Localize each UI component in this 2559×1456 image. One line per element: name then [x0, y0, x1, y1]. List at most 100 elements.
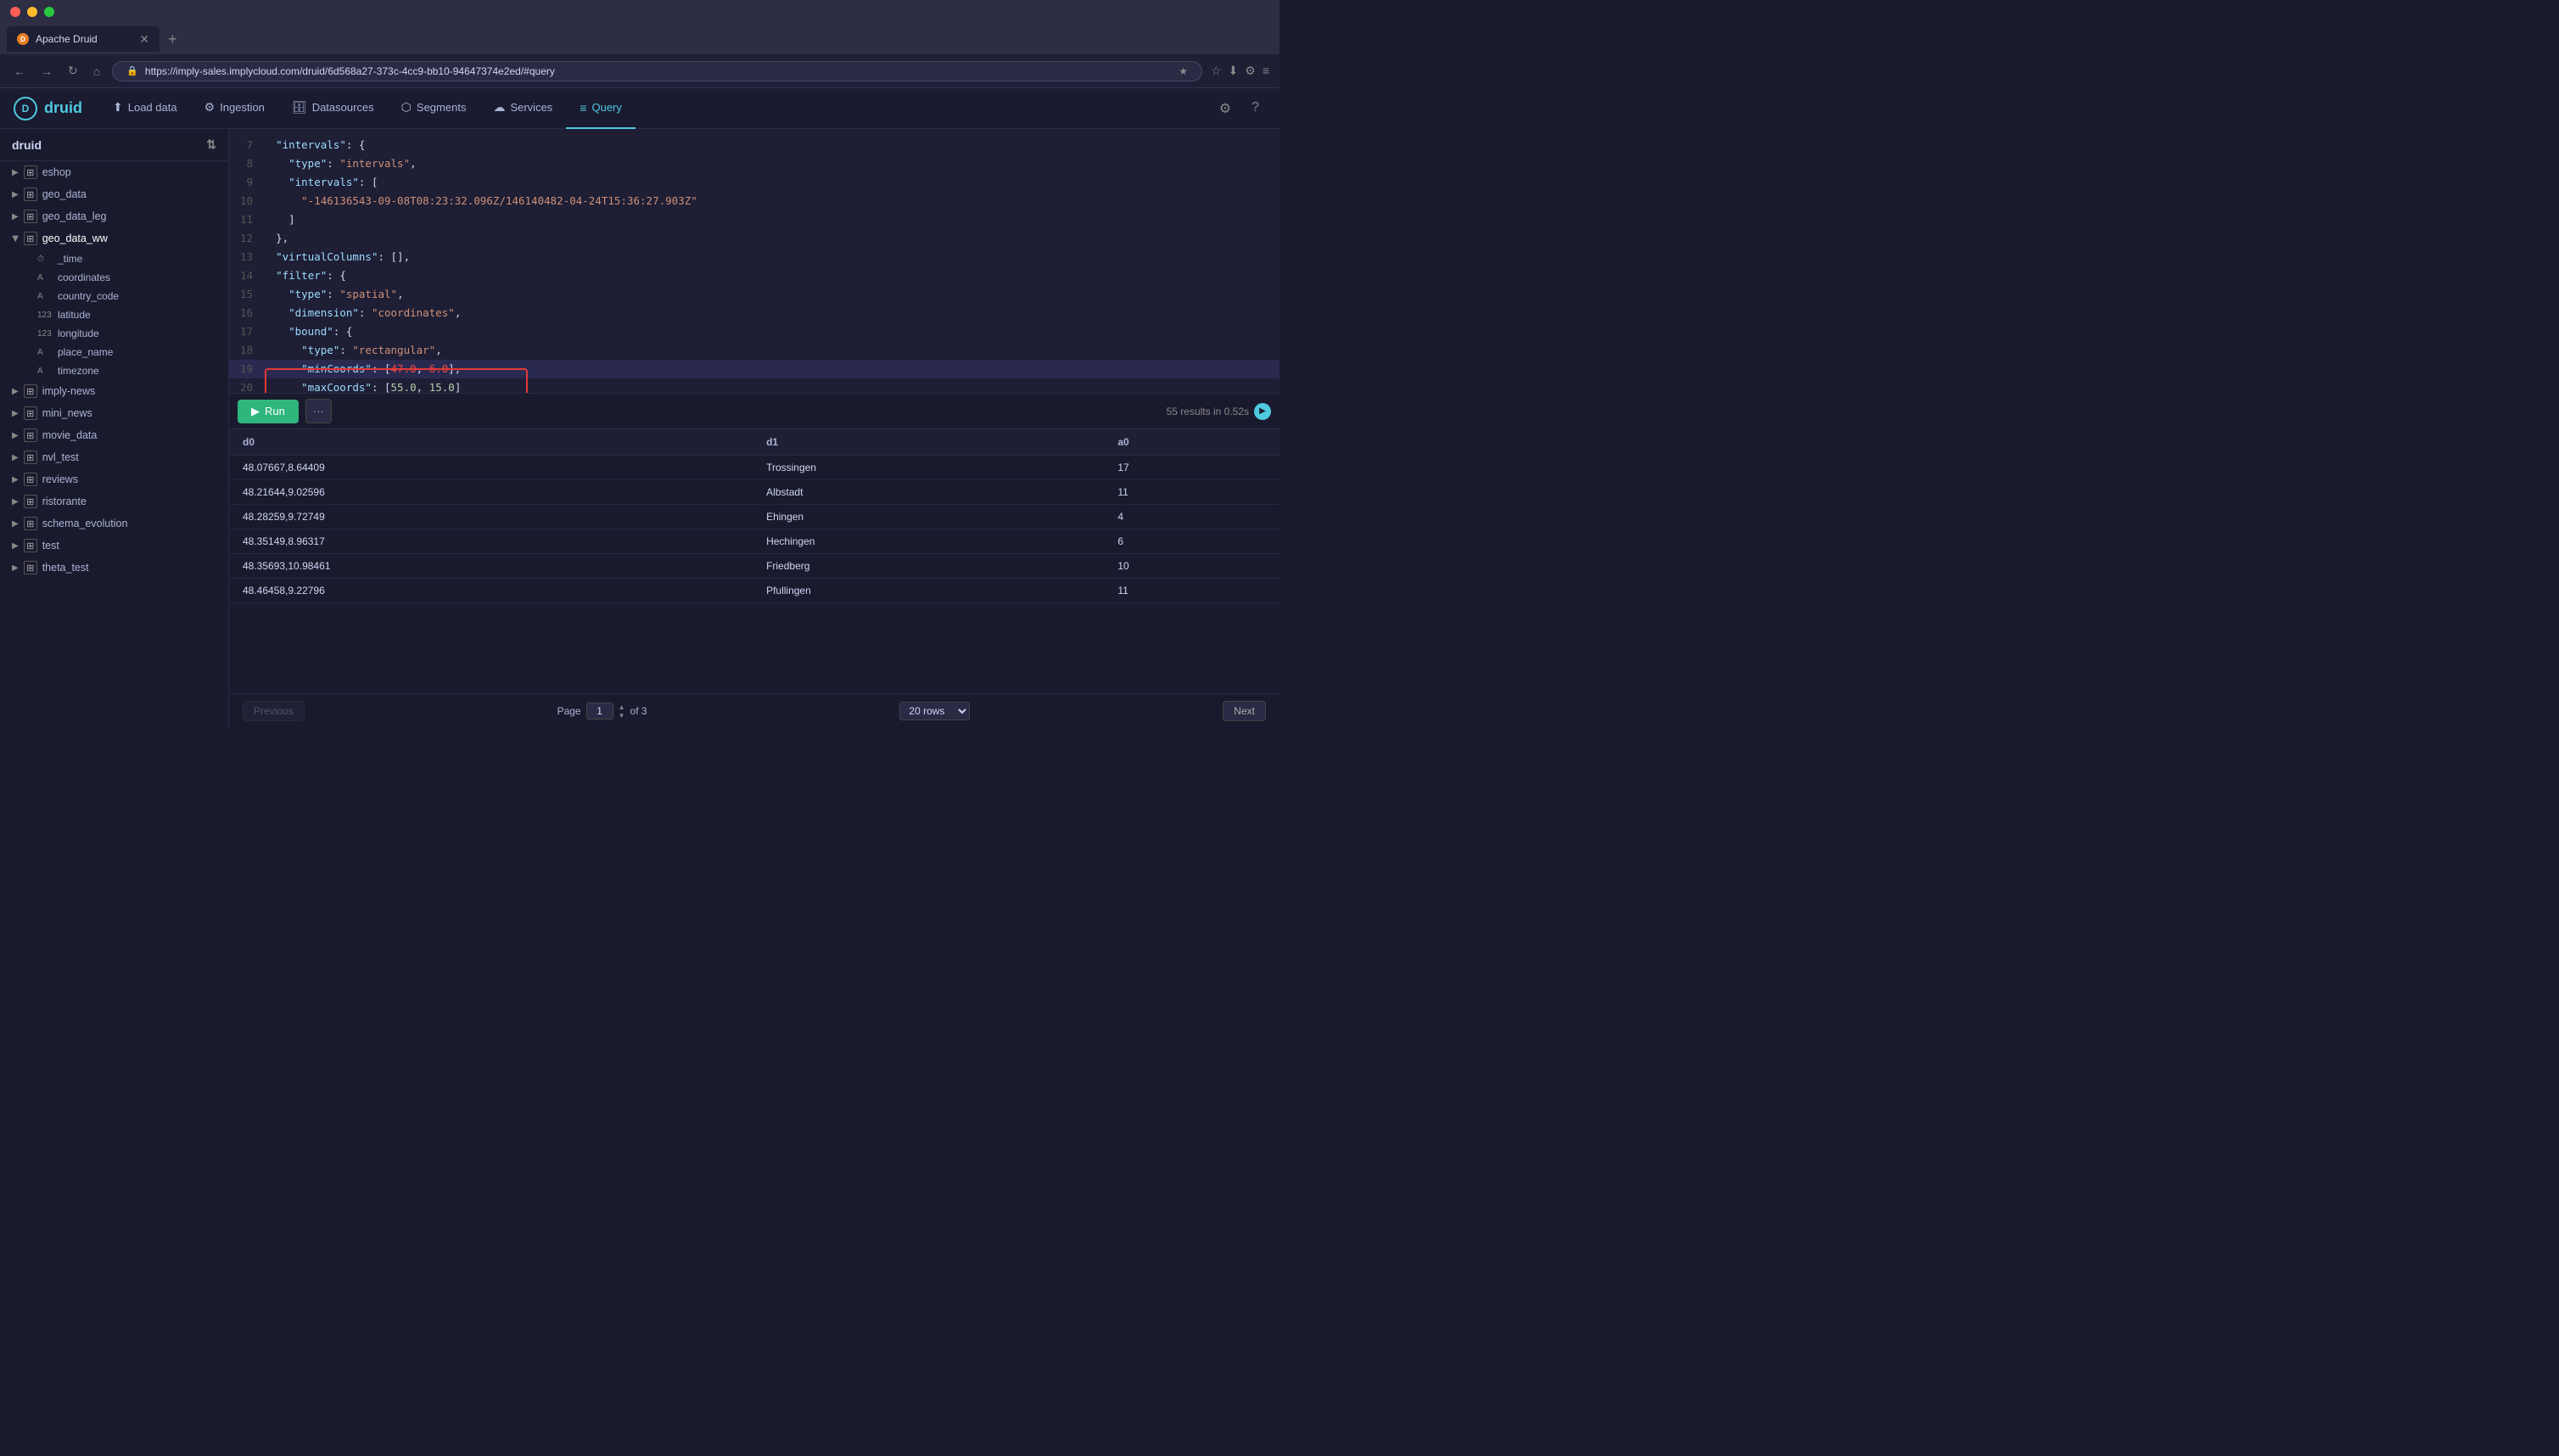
- sidebar-item-geo-data[interactable]: ▶ ⊞ geo_data: [0, 183, 228, 205]
- col-header-d1: d1: [753, 429, 1104, 456]
- field-coordinates[interactable]: A coordinates: [0, 268, 228, 287]
- sidebar-item-movie-data[interactable]: ▶ ⊞ movie_data: [0, 424, 228, 446]
- field-time[interactable]: ⏱ _time: [0, 249, 228, 268]
- sidebar-item-ristorante[interactable]: ▶ ⊞ ristorante: [0, 490, 228, 512]
- page-info: Page ▲ ▼ of 3: [557, 703, 647, 720]
- maximize-button[interactable]: [44, 7, 54, 17]
- sidebar-item-theta-test[interactable]: ▶ ⊞ theta_test: [0, 557, 228, 579]
- url-bar[interactable]: 🔒 https://imply-sales.implycloud.com/dru…: [112, 61, 1202, 81]
- field-timezone[interactable]: A timezone: [0, 361, 228, 380]
- forward-button[interactable]: →: [37, 61, 56, 81]
- settings-button[interactable]: ⚙: [1212, 97, 1238, 120]
- field-country-code[interactable]: A country_code: [0, 287, 228, 305]
- code-line-18: 18 "type": "rectangular",: [229, 341, 1280, 360]
- table-row: 48.28259,9.72749Ehingen4: [229, 505, 1280, 529]
- results-text: 55 results in 0.52s: [1167, 406, 1249, 417]
- page-up-icon[interactable]: ▲: [619, 703, 625, 711]
- sidebar-item-label-test: test: [42, 540, 59, 552]
- field-place-name[interactable]: A place_name: [0, 343, 228, 361]
- nav-item-label-datasources: Datasources: [312, 101, 374, 114]
- close-button[interactable]: [10, 7, 20, 17]
- code-line-13: 13 "virtualColumns": [],: [229, 248, 1280, 266]
- query-icon: ≡: [580, 101, 586, 115]
- sidebar-item-geo-data-ww[interactable]: ▶ ⊞ geo_data_ww: [0, 227, 228, 249]
- druid-logo-icon: D: [14, 97, 37, 120]
- star-icon[interactable]: ★: [1179, 65, 1188, 77]
- browser-tab-druid[interactable]: D Apache Druid ✕: [7, 26, 160, 52]
- code-line-10: 10 "-146136543-09-08T08:23:32.096Z/14614…: [229, 192, 1280, 210]
- code-line-20: 20 "maxCoords": [55.0, 15.0]: [229, 378, 1280, 393]
- code-line-15: 15 "type": "spatial",: [229, 285, 1280, 304]
- extensions-icon: ⚙: [1245, 64, 1256, 78]
- code-line-14: 14 "filter": {: [229, 266, 1280, 285]
- nav-item-query[interactable]: ≡ Query: [566, 88, 636, 129]
- sidebar-sort-button[interactable]: ⇅: [206, 137, 216, 152]
- sidebar-item-mini-news[interactable]: ▶ ⊞ mini_news: [0, 402, 228, 424]
- sidebar-title: druid: [12, 138, 42, 152]
- nav-item-load-data[interactable]: ⬆ Load data: [99, 88, 191, 129]
- reload-button[interactable]: ↻: [64, 60, 81, 81]
- more-options-button[interactable]: ···: [305, 399, 332, 423]
- sidebar-scroll[interactable]: ▶ ⊞ eshop ▶ ⊞ geo_data ▶ ⊞ geo_data_leg …: [0, 161, 228, 728]
- home-button[interactable]: ⌂: [90, 61, 104, 81]
- sidebar-item-label-eshop: eshop: [42, 166, 71, 178]
- table-row: 48.35693,10.98461Friedberg10: [229, 554, 1280, 579]
- run-icon: ▶: [251, 405, 260, 418]
- field-name-timezone: timezone: [58, 365, 99, 377]
- code-editor[interactable]: 7 "intervals": { 8 "type": "intervals", …: [229, 129, 1280, 393]
- run-label: Run: [265, 405, 285, 417]
- rows-select[interactable]: 20 rows 50 rows 100 rows: [899, 702, 970, 720]
- nav-item-segments[interactable]: ⬡ Segments: [388, 88, 480, 129]
- field-latitude[interactable]: 123 latitude: [0, 305, 228, 324]
- sidebar-item-eshop[interactable]: ▶ ⊞ eshop: [0, 161, 228, 183]
- new-tab-button[interactable]: +: [163, 31, 182, 48]
- menu-icon[interactable]: ≡: [1263, 64, 1269, 78]
- page-number-input[interactable]: [586, 703, 613, 720]
- nav-item-datasources[interactable]: 🗄 Datasources: [278, 88, 388, 129]
- help-button[interactable]: ?: [1245, 97, 1266, 120]
- table-row: 48.07667,8.64409Trossingen17: [229, 456, 1280, 480]
- chevron-icon: ▶: [12, 453, 19, 462]
- code-line-11: 11 ]: [229, 210, 1280, 229]
- nav-item-label-load-data: Load data: [128, 101, 177, 114]
- nav-item-label-services: Services: [510, 101, 552, 114]
- query-toolbar: ▶ Run ··· 55 results in 0.52s ▶: [229, 393, 1280, 429]
- sidebar-item-label-mini-news: mini_news: [42, 407, 92, 419]
- table-cell-a0: 17: [1104, 456, 1280, 480]
- chevron-icon: ▶: [12, 519, 19, 529]
- table-icon: ⊞: [24, 210, 37, 223]
- services-icon: ☁: [493, 100, 505, 115]
- next-button[interactable]: Next: [1223, 701, 1266, 721]
- table-row: 48.35149,8.96317Hechingen6: [229, 529, 1280, 554]
- results-table[interactable]: d0 d1 a0 48.07667,8.64409Trossingen1748.…: [229, 429, 1280, 693]
- sidebar-item-nvl-test[interactable]: ▶ ⊞ nvl_test: [0, 446, 228, 468]
- chevron-icon: ▶: [12, 190, 19, 199]
- tab-close-button[interactable]: ✕: [139, 32, 149, 47]
- col-header-d0: d0: [229, 429, 753, 456]
- nav-right-icons: ⚙ ?: [1212, 97, 1266, 120]
- nav-item-ingestion[interactable]: ⚙ Ingestion: [191, 88, 278, 129]
- sidebar-item-reviews[interactable]: ▶ ⊞ reviews: [0, 468, 228, 490]
- page-down-icon[interactable]: ▼: [619, 712, 625, 720]
- sidebar-item-geo-data-leg[interactable]: ▶ ⊞ geo_data_leg: [0, 205, 228, 227]
- back-button[interactable]: ←: [10, 61, 29, 81]
- chevron-icon: ▶: [12, 212, 19, 221]
- minimize-button[interactable]: [27, 7, 37, 17]
- field-name-longitude: longitude: [58, 328, 99, 339]
- table-cell-d1: Friedberg: [753, 554, 1104, 579]
- previous-button[interactable]: Previous: [243, 701, 305, 721]
- browser-icons: ☆ ⬇ ⚙ ≡: [1211, 64, 1269, 78]
- field-name-place-name: place_name: [58, 346, 113, 358]
- bookmark-icon: ☆: [1211, 64, 1222, 78]
- table-icon: ⊞: [24, 517, 37, 530]
- sidebar-item-imply-news[interactable]: ▶ ⊞ imply-news: [0, 380, 228, 402]
- nav-item-services[interactable]: ☁ Services: [479, 88, 566, 129]
- sidebar-item-test[interactable]: ▶ ⊞ test: [0, 535, 228, 557]
- results-info: 55 results in 0.52s ▶: [1167, 403, 1271, 420]
- field-name-latitude: latitude: [58, 309, 91, 321]
- field-longitude[interactable]: 123 longitude: [0, 324, 228, 343]
- table-cell-d1: Ehingen: [753, 505, 1104, 529]
- table-icon: ⊞: [24, 473, 37, 486]
- sidebar-item-schema-evolution[interactable]: ▶ ⊞ schema_evolution: [0, 512, 228, 535]
- run-button[interactable]: ▶ Run: [238, 400, 299, 423]
